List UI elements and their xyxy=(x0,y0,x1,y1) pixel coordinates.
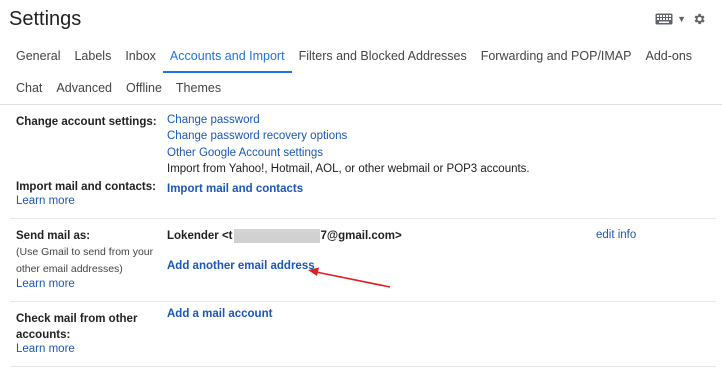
import-mail-contacts-link[interactable]: Import mail and contacts xyxy=(167,183,303,195)
tabs-divider xyxy=(0,104,722,105)
chevron-down-icon[interactable]: ▼ xyxy=(677,14,686,24)
sender-name: Lokender <t xyxy=(167,230,233,242)
import-mail-label: Import mail and contacts: xyxy=(16,181,156,193)
import-learn-more-link[interactable]: Learn more xyxy=(16,195,75,207)
tab-forwarding[interactable]: Forwarding and POP/IMAP xyxy=(474,40,639,72)
change-account-label: Change account settings: xyxy=(16,116,157,128)
tab-chat[interactable]: Chat xyxy=(0,72,49,104)
tab-themes[interactable]: Themes xyxy=(169,72,228,104)
settings-tabs-row-2: Chat Advanced Offline Themes xyxy=(0,72,228,104)
change-password-link[interactable]: Change password xyxy=(167,114,260,126)
sender-email-end: 7@gmail.com> xyxy=(320,230,402,242)
check-mail-label-1: Check mail from other xyxy=(16,313,138,325)
page-title: Settings xyxy=(9,8,82,30)
change-recovery-link[interactable]: Change password recovery options xyxy=(167,130,347,142)
tab-advanced[interactable]: Advanced xyxy=(49,72,119,104)
import-description: Import from Yahoo!, Hotmail, AOL, or oth… xyxy=(167,163,530,175)
send-mail-sub1: (Use Gmail to send from your xyxy=(16,246,154,258)
tab-offline[interactable]: Offline xyxy=(119,72,169,104)
check-learn-more-link[interactable]: Learn more xyxy=(16,343,75,355)
send-mail-as-label: Send mail as: xyxy=(16,230,91,242)
edit-info-link[interactable]: edit info xyxy=(596,229,636,241)
section-divider xyxy=(10,366,716,367)
gear-icon[interactable] xyxy=(692,12,706,26)
tab-accounts-and-import[interactable]: Accounts and Import xyxy=(162,40,292,73)
settings-tabs-row-1: General Labels Inbox Accounts and Import… xyxy=(0,40,699,73)
tab-filters[interactable]: Filters and Blocked Addresses xyxy=(292,40,474,72)
check-mail-label-2: accounts: xyxy=(16,329,71,341)
annotation-arrow xyxy=(308,267,391,288)
tab-labels[interactable]: Labels xyxy=(67,40,118,72)
keyboard-icon[interactable] xyxy=(655,13,673,25)
section-divider xyxy=(10,301,716,302)
header-icons: ▼ xyxy=(655,12,706,26)
tab-inbox[interactable]: Inbox xyxy=(118,40,163,72)
section-divider xyxy=(10,218,716,219)
send-learn-more-link[interactable]: Learn more xyxy=(16,278,75,290)
google-account-settings-link[interactable]: Other Google Account settings xyxy=(167,147,323,159)
add-another-email-link[interactable]: Add another email address xyxy=(167,260,315,272)
send-mail-sub2: other email addresses) xyxy=(16,263,123,275)
tab-add-ons[interactable]: Add-ons xyxy=(638,40,699,72)
tab-general[interactable]: General xyxy=(0,40,67,72)
sender-address: Lokender <t 7@gmail.com> xyxy=(167,229,402,243)
redacted-email-block xyxy=(233,229,320,243)
add-mail-account-link[interactable]: Add a mail account xyxy=(167,308,272,320)
